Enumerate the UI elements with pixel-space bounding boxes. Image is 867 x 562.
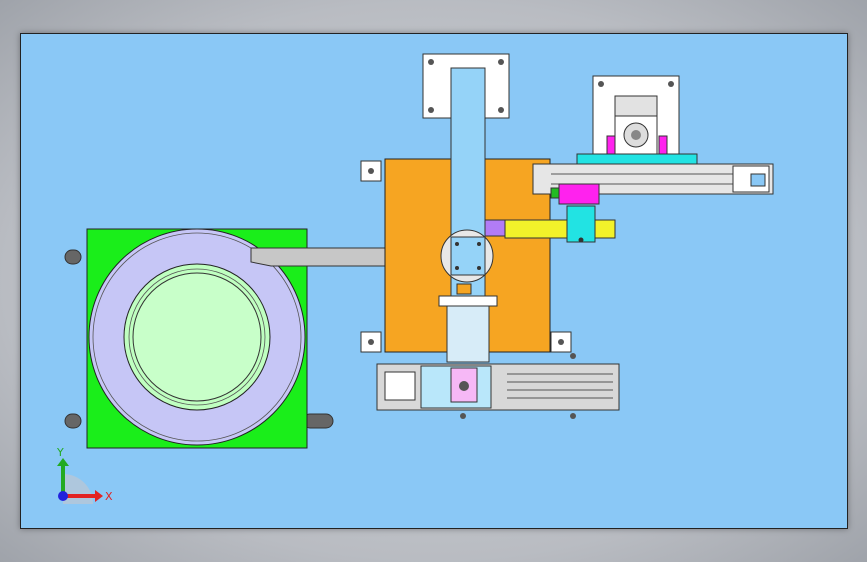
y-axis-label: Y (56, 446, 64, 459)
yellow-cylinder (504, 219, 616, 239)
bolt-icon (498, 107, 504, 113)
actuator-endcap (384, 371, 416, 401)
bolt-icon (598, 81, 604, 87)
x-arrow-head-icon (95, 490, 103, 502)
slide-carriage-top (438, 295, 498, 307)
pin-icon (459, 381, 469, 391)
orange-cam (456, 283, 472, 295)
bolt-icon (578, 237, 584, 243)
bolt-icon (455, 242, 459, 246)
bolt-icon (570, 413, 576, 419)
bowl-center (132, 272, 262, 402)
cyan-slider-block (566, 205, 596, 243)
y-arrow-head-icon (57, 458, 69, 466)
left-foot-bottom (64, 413, 82, 429)
rail-endcap-window (750, 173, 766, 187)
z-axis-dot-icon (58, 491, 68, 501)
magenta-tab-left (606, 135, 616, 155)
bottom-linear-actuator[interactable] (376, 353, 620, 419)
cyan-mount-bar (576, 153, 698, 165)
shaft-center (631, 130, 641, 140)
bolt-icon (460, 413, 466, 419)
bolt-icon (498, 59, 504, 65)
bolt-icon (558, 339, 564, 345)
triad-sector (63, 474, 93, 504)
bolt-icon (428, 59, 434, 65)
magenta-tab-right (658, 135, 668, 155)
bolt-icon (368, 339, 374, 345)
green-stop (550, 187, 560, 199)
purple-cylinder (484, 219, 506, 237)
top-right-motor-assembly[interactable] (532, 75, 774, 243)
motor-label-plate (614, 95, 658, 119)
x-axis-label: X (105, 490, 113, 503)
coordinate-triad: Y X (56, 446, 113, 504)
bolt-icon (668, 81, 674, 87)
mechanism-drawing: Y X (56, 53, 774, 504)
bolt-icon (570, 353, 576, 359)
slide-rail (446, 305, 490, 363)
cad-viewport[interactable]: Y X (20, 33, 848, 529)
bolt-icon (368, 168, 374, 174)
magenta-carriage (558, 183, 600, 205)
bolt-icon (477, 266, 481, 270)
left-foot-top (64, 249, 82, 265)
bolt-icon (428, 107, 434, 113)
bolt-icon (455, 266, 459, 270)
bolt-icon (477, 242, 481, 246)
